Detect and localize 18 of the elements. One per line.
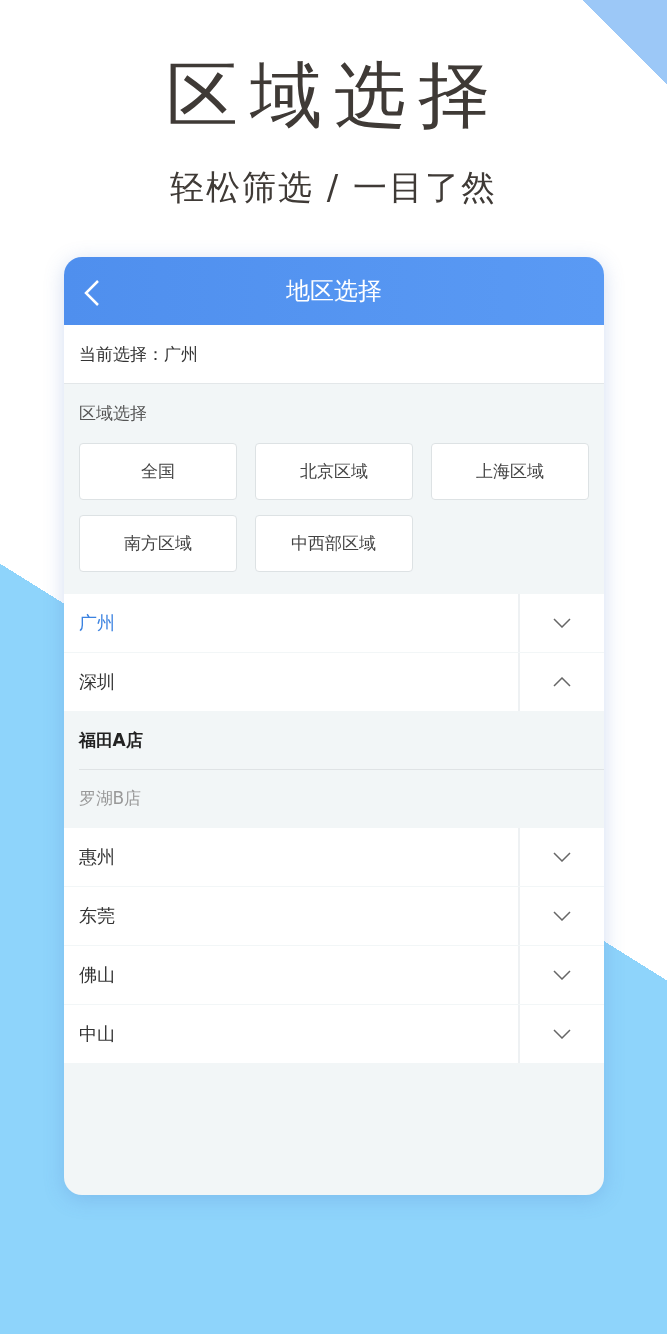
chevron-down-icon [552,618,571,629]
region-option[interactable]: 北京区域 [254,443,413,501]
headline: 区域选择 [165,56,502,136]
region-option[interactable]: 中西部区域 [254,515,413,573]
region-option[interactable]: 南方区域 [78,515,237,573]
store-item[interactable]: 福田A店 [78,712,604,771]
subtitle: 轻松筛选 / 一目了然 [169,166,498,210]
chevron-down-icon [552,970,571,981]
header-title: 地区选择 [285,276,382,308]
chevron-down-icon [552,1029,571,1040]
back-icon [83,279,100,308]
region-option[interactable]: 全国 [78,443,237,501]
chevron-down-icon [552,852,571,863]
current-selection: 当前选择：广州 [63,325,604,385]
chevron-down-icon [552,911,571,922]
region-option[interactable]: 上海区域 [430,443,589,501]
section-label: 区域选择 [78,402,148,426]
chevron-up-icon [552,677,571,688]
